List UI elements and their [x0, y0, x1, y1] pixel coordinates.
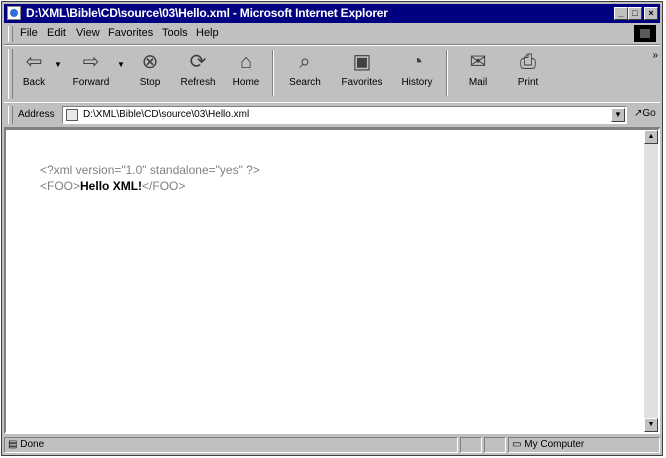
xml-close-tag: </FOO>	[142, 179, 186, 193]
mail-icon: ✉	[469, 51, 487, 73]
close-icon: ×	[648, 8, 654, 18]
scroll-up-button[interactable]: ▲	[644, 130, 658, 144]
toolbar-separator	[446, 50, 448, 96]
forward-label: Forward	[72, 77, 110, 88]
home-button[interactable]: ⌂ Home	[226, 49, 266, 99]
scroll-down-button[interactable]: ▼	[644, 418, 658, 432]
toolbar-grip[interactable]	[8, 49, 13, 99]
status-pane	[460, 437, 482, 453]
chevron-down-icon: ▼	[614, 110, 622, 119]
go-label: Go	[642, 108, 656, 119]
home-icon: ⌂	[239, 51, 253, 73]
browser-window: D:\XML\Bible\CD\source\03\Hello.xml - Mi…	[1, 1, 663, 456]
favorites-icon: ▣	[352, 51, 372, 73]
windows-logo-throbber	[634, 25, 656, 42]
stop-label: Stop	[139, 77, 161, 88]
security-zone-label: My Computer	[524, 439, 585, 450]
forward-arrow-icon: ⇨	[82, 51, 100, 73]
status-text: Done	[20, 439, 45, 450]
back-dropdown-arrow-icon[interactable]: ▼	[54, 60, 62, 69]
toolbar-separator	[272, 50, 274, 96]
refresh-icon: ⟳	[189, 51, 207, 73]
menu-view[interactable]: View	[76, 27, 100, 39]
address-input[interactable]: D:\XML\Bible\CD\source\03\Hello.xml ▼	[62, 106, 627, 124]
address-label: Address	[18, 109, 55, 120]
favorites-button[interactable]: ▣ Favorites	[334, 49, 390, 99]
xml-element-foo: <FOO>Hello XML!</FOO>	[40, 178, 260, 194]
menu-edit[interactable]: Edit	[47, 27, 66, 39]
window-title: D:\XML\Bible\CD\source\03\Hello.xml - Mi…	[26, 6, 388, 20]
minimize-button[interactable]: _	[614, 7, 628, 20]
menu-tools[interactable]: Tools	[162, 27, 188, 39]
stop-icon: ⊗	[141, 51, 159, 73]
address-dropdown-button[interactable]: ▼	[611, 108, 625, 122]
forward-button[interactable]: ⇨ Forward	[66, 49, 116, 99]
my-computer-icon: ▭	[512, 439, 525, 450]
address-value[interactable]: D:\XML\Bible\CD\source\03\Hello.xml	[83, 109, 249, 120]
minimize-icon: _	[618, 8, 624, 18]
stop-button[interactable]: ⊗ Stop	[128, 49, 172, 99]
status-text-pane: ▤ Done	[4, 437, 458, 453]
forward-dropdown-arrow-icon[interactable]: ▼	[117, 60, 125, 69]
xml-declaration: <?xml version="1.0" standalone="yes" ?>	[40, 163, 260, 177]
vertical-scrollbar[interactable]: ▲ ▼	[644, 130, 658, 432]
standard-toolbar: ⇦ Back ▼ ⇨ Forward ▼ ⊗ Stop ⟳ Refresh ⌂ …	[4, 45, 660, 103]
back-label: Back	[22, 77, 46, 88]
maximize-icon: □	[632, 8, 638, 18]
favorites-label: Favorites	[341, 77, 383, 88]
status-pane	[484, 437, 506, 453]
menu-favorites[interactable]: Favorites	[108, 27, 153, 39]
print-label: Print	[517, 77, 539, 88]
menu-file[interactable]: File	[20, 27, 38, 39]
search-icon: ⌕	[299, 51, 311, 73]
back-button[interactable]: ⇦ Back	[16, 49, 52, 99]
status-bar: ▤ Done ▭ My Computer	[4, 436, 660, 454]
close-button[interactable]: ×	[644, 7, 658, 20]
scroll-up-arrow-icon: ▲	[647, 133, 655, 140]
print-button[interactable]: ⎙ Print	[508, 49, 548, 99]
page-done-icon: ▤	[8, 439, 21, 450]
menu-help[interactable]: Help	[196, 27, 219, 39]
xml-open-tag: <FOO>	[40, 179, 81, 193]
toolbar-overflow-chevron-icon[interactable]: »	[652, 50, 658, 61]
history-button[interactable]: ◔ History	[394, 49, 440, 99]
mail-label: Mail	[468, 77, 488, 88]
menu-bar: File Edit View Favorites Tools Help	[4, 24, 660, 45]
title-bar[interactable]: D:\XML\Bible\CD\source\03\Hello.xml - Mi…	[4, 4, 660, 23]
xml-element-content: Hello XML!	[80, 179, 143, 193]
ie-app-icon[interactable]	[7, 6, 21, 20]
search-button[interactable]: ⌕ Search	[280, 49, 330, 99]
history-label: History	[401, 77, 433, 88]
back-arrow-icon: ⇦	[25, 51, 43, 73]
search-label: Search	[289, 77, 321, 88]
document-viewport[interactable]: <?xml version="1.0" standalone="yes" ?> …	[4, 128, 660, 434]
xml-page-icon	[66, 109, 78, 121]
mail-button[interactable]: ✉ Mail	[456, 49, 500, 99]
print-icon: ⎙	[520, 51, 536, 73]
history-icon: ◔	[410, 51, 424, 73]
menu-grip[interactable]	[8, 26, 13, 42]
security-zone-pane: ▭ My Computer	[508, 437, 660, 453]
address-grip[interactable]	[8, 106, 13, 124]
xml-document: <?xml version="1.0" standalone="yes" ?> …	[40, 162, 260, 194]
refresh-button[interactable]: ⟳ Refresh	[174, 49, 222, 99]
maximize-button[interactable]: □	[628, 7, 642, 20]
scroll-down-arrow-icon: ▼	[647, 421, 655, 428]
refresh-label: Refresh	[180, 77, 216, 88]
go-button[interactable]: ↗Go	[634, 108, 656, 119]
address-bar: Address D:\XML\Bible\CD\source\03\Hello.…	[4, 102, 660, 128]
home-label: Home	[232, 77, 260, 88]
